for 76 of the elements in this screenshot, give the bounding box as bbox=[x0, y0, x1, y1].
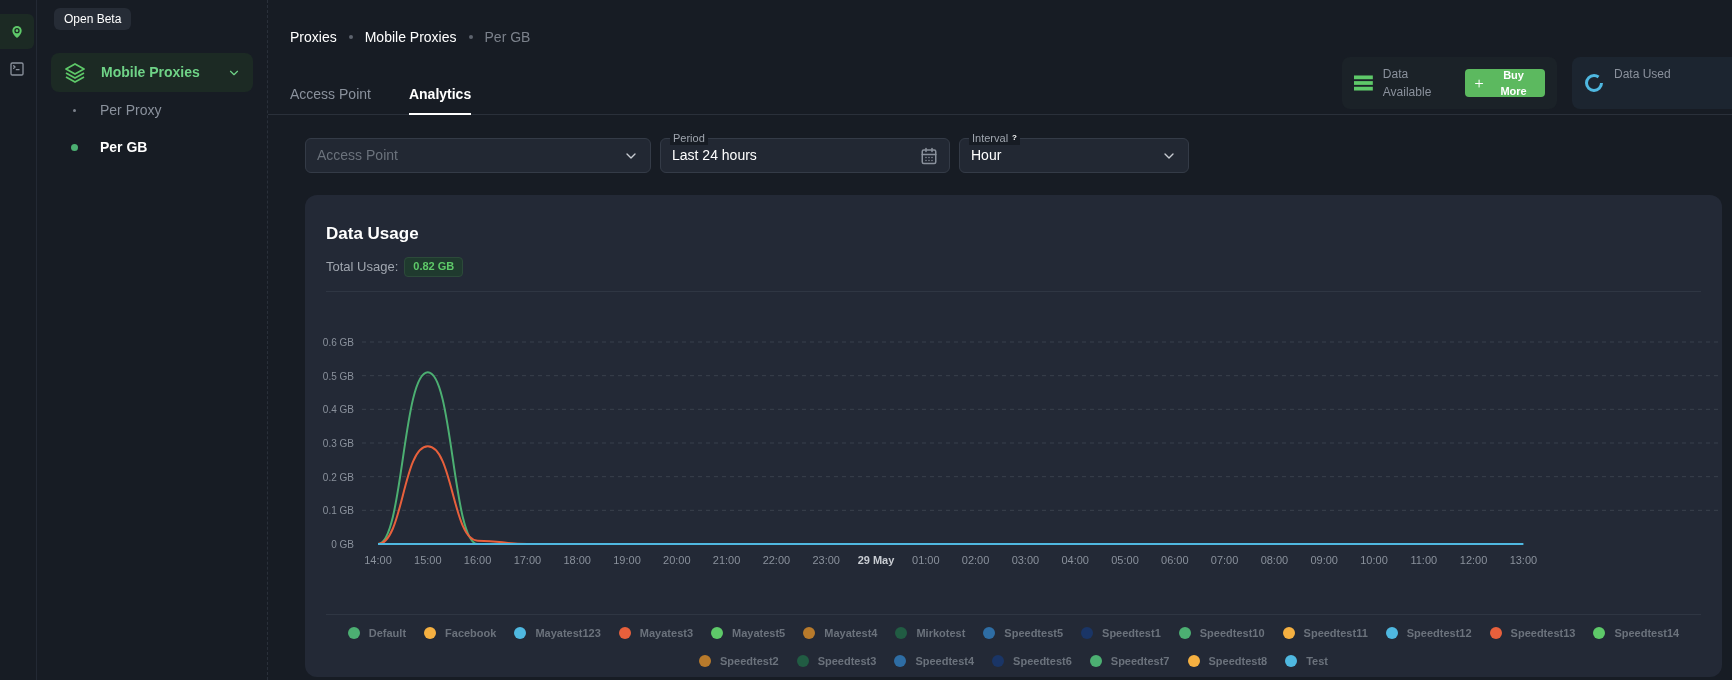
layers-icon bbox=[63, 61, 87, 84]
legend-label: Facebook bbox=[445, 625, 497, 641]
server-icon bbox=[1354, 75, 1373, 91]
x-tick-label: 12:00 bbox=[1459, 553, 1488, 566]
legend-label: Speedtest13 bbox=[1510, 625, 1576, 641]
stat-label: Data Used bbox=[1614, 66, 1671, 83]
legend-label: Mirkotest bbox=[916, 625, 966, 641]
legend-label: Speedtest2 bbox=[720, 654, 779, 669]
total-badge: 0.82 GB bbox=[404, 256, 464, 277]
legend-label: Speedtest6 bbox=[1013, 654, 1072, 669]
x-tick-label: 03:00 bbox=[1011, 553, 1040, 566]
field-label: Period bbox=[673, 131, 705, 145]
legend-label: Speedtest1 bbox=[1102, 625, 1161, 641]
legend-label: Test bbox=[1306, 654, 1328, 669]
legend-label: Speedtest5 bbox=[1004, 625, 1064, 641]
x-tick-label: 20:00 bbox=[663, 553, 691, 566]
total-label: Total Usage: bbox=[326, 257, 399, 276]
legend-label: Speedtest4 bbox=[915, 654, 975, 669]
x-tick-label: 10:00 bbox=[1360, 553, 1388, 566]
x-tick-label: 13:00 bbox=[1509, 553, 1538, 566]
breadcrumb-link[interactable]: Per GB bbox=[484, 26, 531, 48]
y-tick-label: 0.4 GB bbox=[322, 403, 354, 415]
sidebar-group[interactable]: Mobile Proxies bbox=[51, 53, 253, 92]
legend-label: Speedtest10 bbox=[1199, 625, 1265, 641]
x-tick-label: 04:00 bbox=[1061, 553, 1089, 566]
x-tick-label: 02:00 bbox=[961, 553, 990, 566]
y-tick-label: 0.2 GB bbox=[322, 471, 354, 483]
x-tick-label: 21:00 bbox=[712, 553, 741, 566]
breadcrumb-link[interactable]: Mobile Proxies bbox=[364, 26, 457, 48]
stat-label: Data Available bbox=[1382, 66, 1433, 101]
legend-label: Mayatest123 bbox=[535, 625, 601, 641]
legend-label: Mayatest4 bbox=[824, 625, 878, 641]
x-tick-label: 23:00 bbox=[812, 553, 840, 566]
y-tick-label: 0.3 GB bbox=[322, 437, 354, 449]
bullet-icon bbox=[73, 109, 76, 112]
y-tick-label: 0 GB bbox=[331, 538, 354, 550]
card-title: Data Usage bbox=[326, 223, 420, 245]
legend-label: Mayatest5 bbox=[732, 625, 786, 641]
x-tick-label: 22:00 bbox=[762, 553, 791, 566]
x-tick-label: 17:00 bbox=[513, 553, 542, 566]
legend-label: Speedtest8 bbox=[1208, 654, 1268, 669]
x-tick-label: 18:00 bbox=[563, 553, 591, 566]
legend-label: Speedtest3 bbox=[817, 654, 877, 669]
tab[interactable]: Access Point bbox=[290, 75, 371, 115]
x-tick-label: 19:00 bbox=[613, 553, 641, 566]
x-tick-label: 15:00 bbox=[414, 553, 442, 566]
ring-icon bbox=[1584, 73, 1604, 93]
x-tick-label: 06:00 bbox=[1161, 553, 1189, 566]
x-tick-label: 16:00 bbox=[463, 553, 492, 566]
legend-label: Speedtest12 bbox=[1406, 625, 1472, 641]
legend-label: Default bbox=[368, 625, 407, 641]
x-tick-label: 09:00 bbox=[1310, 553, 1338, 566]
legend-label: Speedtest11 bbox=[1303, 625, 1368, 641]
plus-icon bbox=[1472, 76, 1486, 90]
x-tick-label: 01:00 bbox=[912, 553, 940, 566]
bullet-icon bbox=[71, 144, 78, 151]
legend-label: Speedtest7 bbox=[1110, 654, 1170, 669]
legend-label: Speedtest14 bbox=[1614, 625, 1680, 641]
group-label: Mobile Proxies bbox=[101, 63, 200, 82]
map-pin-icon[interactable] bbox=[0, 14, 34, 49]
x-tick-label: 11:00 bbox=[1410, 553, 1438, 566]
tooltip: Open Beta bbox=[54, 8, 132, 30]
x-tick-label: 05:00 bbox=[1111, 553, 1139, 566]
x-tick-label: 08:00 bbox=[1260, 553, 1289, 566]
x-tick-label: 29 May bbox=[857, 553, 895, 566]
y-tick-label: 0.1 GB bbox=[322, 504, 354, 516]
sidebar-item[interactable]: Per GB bbox=[51, 129, 253, 166]
y-tick-label: 0.6 GB bbox=[322, 336, 354, 348]
breadcrumb-link[interactable]: Proxies bbox=[290, 26, 337, 48]
legend-label: Mayatest3 bbox=[639, 625, 694, 641]
y-tick-label: 0.5 GB bbox=[322, 370, 354, 382]
sidebar-item[interactable]: Per Proxy bbox=[51, 92, 253, 129]
tab[interactable]: Analytics bbox=[408, 75, 472, 115]
x-tick-label: 07:00 bbox=[1210, 553, 1239, 566]
x-tick-label: 14:00 bbox=[364, 553, 392, 566]
calendar-icon bbox=[920, 146, 938, 165]
